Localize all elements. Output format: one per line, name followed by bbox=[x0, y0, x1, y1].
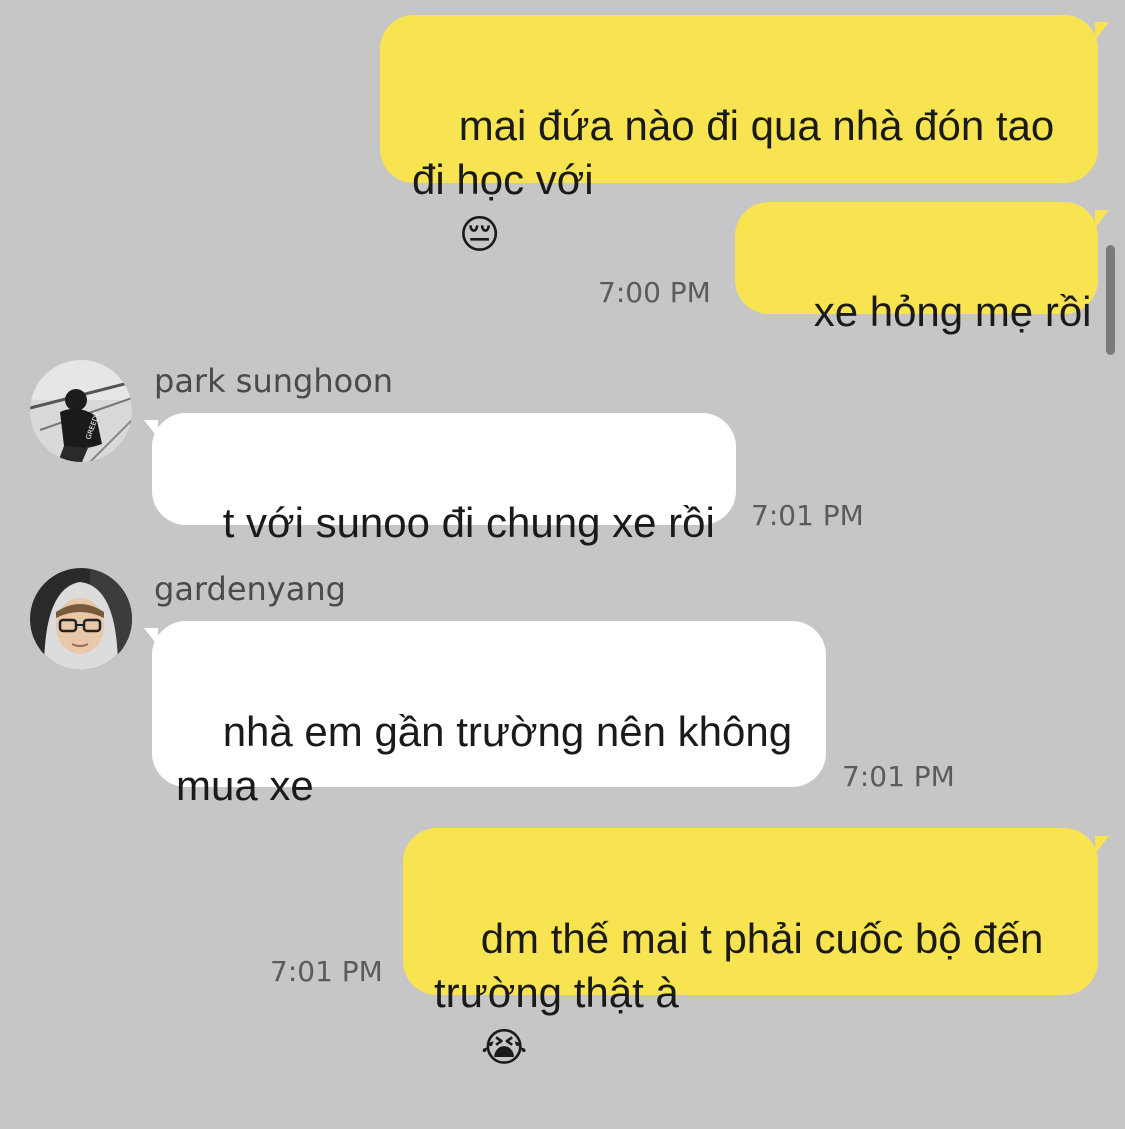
bubble-tail bbox=[1095, 836, 1109, 854]
message-bubble-outgoing[interactable]: dm thế mai t phải cuốc bộ đến trường thậ… bbox=[403, 828, 1098, 1070]
message-text: mai đứa nào đi qua nhà đón tao đi học vớ… bbox=[412, 102, 1055, 203]
message-text: nhà em gần trường nên không mua xe bbox=[176, 708, 793, 809]
message-timestamp: 7:01 PM bbox=[270, 955, 383, 988]
bubble-tail bbox=[1095, 22, 1109, 40]
sender-name: park sunghoon bbox=[154, 362, 394, 400]
message-bubble-incoming[interactable]: t với sunoo đi chung xe rồi bbox=[152, 413, 736, 546]
avatar-image-icon bbox=[30, 568, 132, 670]
pensive-face-emoji-icon: 😔 bbox=[458, 213, 501, 257]
avatar[interactable]: GREEDY bbox=[30, 360, 132, 462]
message-timestamp: 7:01 PM bbox=[751, 499, 864, 532]
message-timestamp: 7:00 PM bbox=[598, 276, 711, 309]
message-bubble-outgoing[interactable]: xe hỏng mẹ rồi bbox=[735, 202, 1098, 335]
avatar[interactable] bbox=[30, 568, 132, 670]
message-timestamp: 7:01 PM bbox=[842, 760, 955, 793]
loudly-crying-face-emoji-icon: 😭 bbox=[480, 1026, 528, 1070]
message-text: xe hỏng mẹ rồi bbox=[813, 288, 1092, 335]
message-bubble-incoming[interactable]: nhà em gần trường nên không mua xe bbox=[152, 621, 826, 809]
message-text: dm thế mai t phải cuốc bộ đến trường thậ… bbox=[434, 915, 1044, 1016]
chat-conversation: mai đứa nào đi qua nhà đón tao đi học vớ… bbox=[0, 0, 1125, 1070]
scrollbar-thumb[interactable] bbox=[1106, 245, 1115, 355]
message-bubble-outgoing[interactable]: mai đứa nào đi qua nhà đón tao đi học vớ… bbox=[380, 15, 1098, 257]
avatar-image-icon: GREEDY bbox=[30, 360, 132, 462]
bubble-tail bbox=[1095, 210, 1109, 228]
sender-name: gardenyang bbox=[154, 570, 346, 608]
message-text: t với sunoo đi chung xe rồi bbox=[222, 499, 715, 546]
